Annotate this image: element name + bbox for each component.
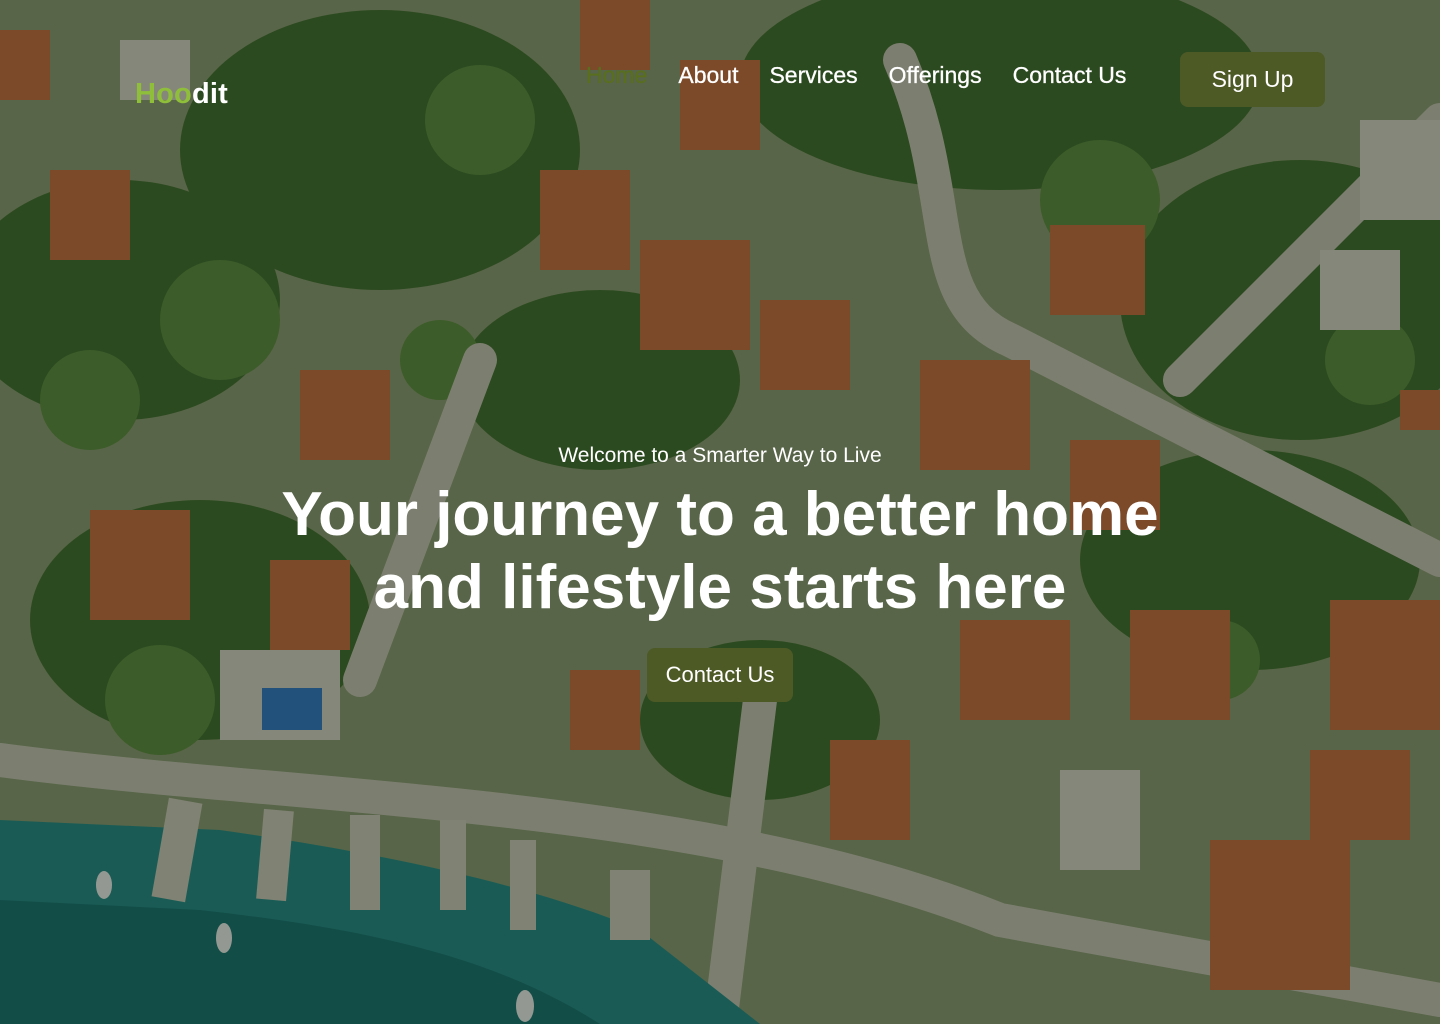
- hero-section: Welcome to a Smarter Way to Live Your jo…: [0, 444, 1440, 702]
- nav-link-home[interactable]: Home: [586, 62, 648, 89]
- logo[interactable]: Hoodit: [135, 78, 228, 111]
- main-nav: Home About Services Offerings Contact Us: [586, 62, 1157, 89]
- logo-part-accent: Hoo: [135, 78, 192, 110]
- hero-eyebrow: Welcome to a Smarter Way to Live: [558, 444, 882, 467]
- logo-part-white: dit: [191, 78, 229, 110]
- sign-up-button[interactable]: Sign Up: [1180, 52, 1325, 107]
- nav-link-services[interactable]: Services: [769, 62, 858, 89]
- nav-link-offerings[interactable]: Offerings: [889, 62, 982, 89]
- hero-headline: Your journey to a better home and lifest…: [281, 480, 1159, 622]
- nav-link-contact-us[interactable]: Contact Us: [1012, 62, 1126, 89]
- contact-us-button[interactable]: Contact Us: [647, 648, 793, 702]
- nav-link-about[interactable]: About: [678, 62, 738, 89]
